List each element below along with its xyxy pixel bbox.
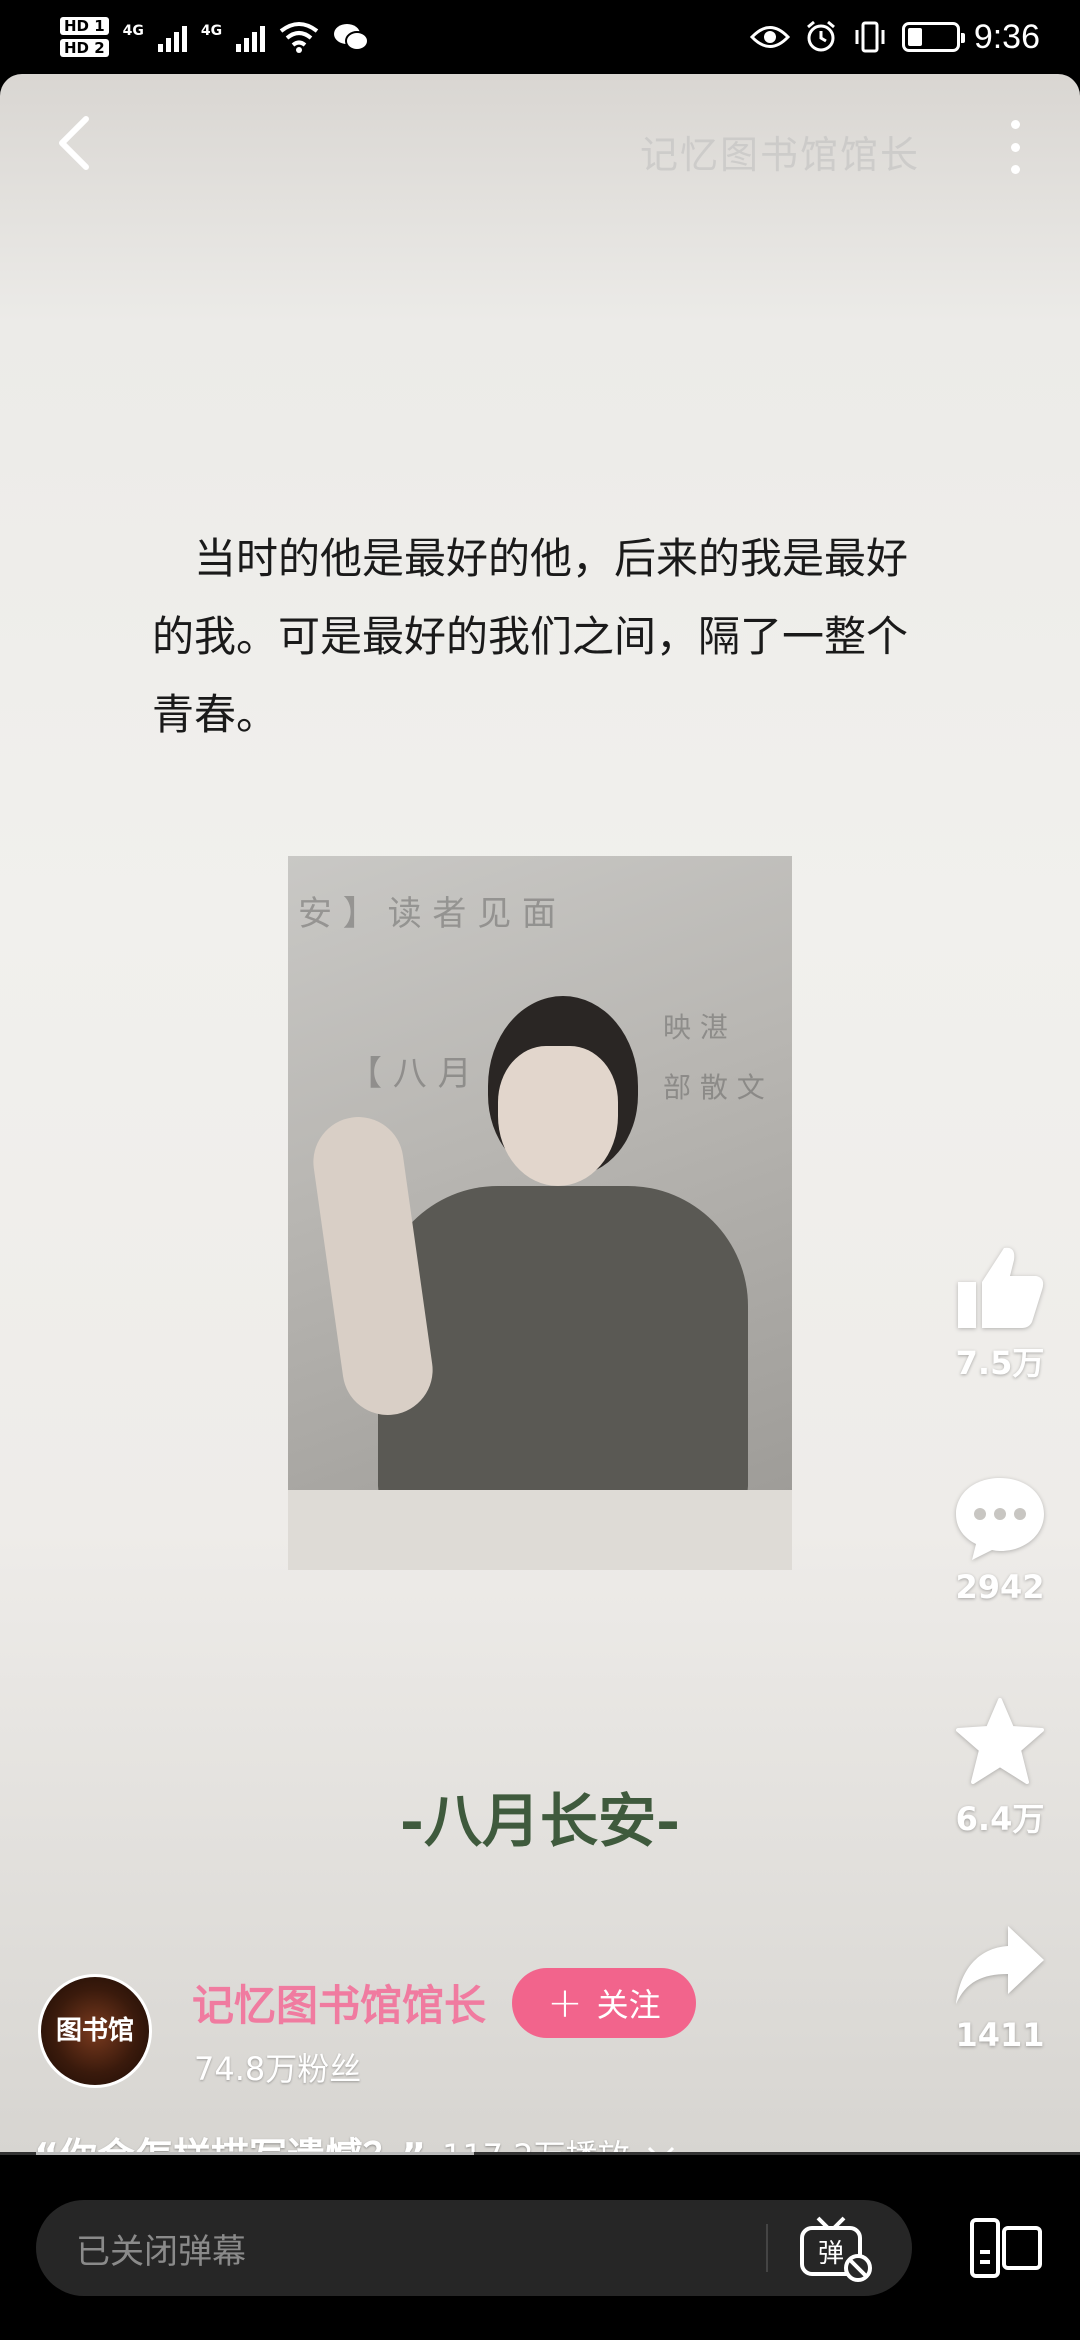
screen: HD 1 HD 2 4G 4G 9:36 记忆图书馆馆长 当时的他是最好的他，后…: [0, 0, 1080, 2340]
sim-badges: HD 1 HD 2: [60, 17, 109, 57]
danmaku-placeholder: 已关闭弹幕: [76, 2231, 246, 2272]
photo-text: 安 】 读 者 见 面: [298, 894, 557, 934]
alarm-icon: [806, 20, 835, 52]
danmaku-off-icon[interactable]: 弹: [796, 2214, 876, 2284]
post-content[interactable]: 记忆图书馆馆长 当时的他是最好的他，后来的我是最好的我。可是最好的我们之间，隔了…: [0, 74, 1080, 2154]
dot: [1010, 142, 1020, 152]
author-avatar[interactable]: 图书馆: [38, 1974, 152, 2088]
favorite-count: 6.4万: [955, 1800, 1045, 1838]
danmaku-input[interactable]: 已关闭弹幕 弹: [36, 2200, 912, 2296]
progress-fill: [36, 2152, 474, 2155]
plus-icon: +: [547, 1978, 583, 2027]
eye-icon: [749, 26, 790, 48]
wifi-icon: [279, 22, 319, 53]
status-left: HD 1 HD 2 4G 4G: [60, 17, 370, 57]
comment-icon: [956, 1478, 1044, 1560]
like-action[interactable]: 7.5万: [938, 1242, 1062, 1384]
divider: [766, 2224, 768, 2272]
net1-label: 4G: [122, 23, 144, 39]
play-count: 117.2万播放: [442, 2131, 630, 2155]
dot: [1010, 165, 1020, 174]
share-icon: [956, 1926, 1044, 2004]
photo-figure: [378, 1186, 748, 1506]
follower-count: 74.8万粉丝: [194, 2050, 362, 2088]
author-name[interactable]: 记忆图书馆馆长: [192, 1972, 486, 2033]
screen-mode-icon[interactable]: [966, 2208, 1046, 2288]
photo-table: [288, 1490, 792, 1570]
sim2-badge: HD 2: [60, 39, 109, 57]
follow-label: 关注: [596, 1986, 661, 2024]
thumbs-up-icon: [958, 1247, 1044, 1328]
caption[interactable]: “你会怎样描写遗憾？” 117.2万播放: [34, 2126, 676, 2154]
dot: [1010, 120, 1020, 129]
quote-text: 当时的他是最好的他，后来的我是最好的我。可是最好的我们之间，隔了一整个青春。: [152, 534, 909, 739]
danmaku-toggle-label: 弹: [818, 2239, 844, 2269]
sim1-badge: HD 1: [60, 17, 109, 35]
share-count: 1411: [955, 2016, 1045, 2054]
like-count: 7.5万: [955, 1344, 1045, 1382]
photo-text: 【 八 月: [348, 1054, 472, 1094]
photo-text: 映 湛: [663, 1011, 728, 1044]
back-button[interactable]: [44, 108, 104, 178]
comment-action[interactable]: 2942: [938, 1472, 1062, 1606]
more-options-button[interactable]: [1000, 112, 1030, 182]
star-icon: [956, 1698, 1044, 1784]
follow-button[interactable]: + 关注: [512, 1968, 696, 2038]
signal-icon: [157, 22, 187, 52]
status-bar: HD 1 HD 2 4G 4G 9:36: [0, 0, 1080, 74]
favorite-action[interactable]: 6.4万: [938, 1696, 1062, 1840]
bottom-bar: 已关闭弹幕 弹: [0, 2156, 1080, 2340]
book-title: -八月长安-: [399, 1787, 681, 1855]
net2-label: 4G: [200, 23, 223, 39]
watermark: 记忆图书馆馆长: [639, 133, 920, 177]
wechat-icon: [334, 24, 370, 51]
share-action[interactable]: 1411: [938, 1920, 1062, 2054]
progress-bar[interactable]: [0, 2152, 1080, 2155]
battery-icon: [901, 22, 965, 52]
chevron-left-icon: [59, 116, 89, 170]
photo-figure: [498, 1046, 618, 1186]
photo-text: 部 散 文: [663, 1071, 765, 1104]
caption-title: “你会怎样描写遗憾？”: [34, 2126, 426, 2154]
signal-icon: [236, 22, 266, 52]
status-right: 9:36: [749, 17, 1040, 57]
post-photo: 安 】 读 者 见 面 【 八 月 映 湛 部 散 文: [288, 856, 792, 1570]
vibrate-icon: [855, 21, 885, 53]
comment-count: 2942: [955, 1568, 1045, 1606]
clock: 9:36: [973, 17, 1040, 56]
